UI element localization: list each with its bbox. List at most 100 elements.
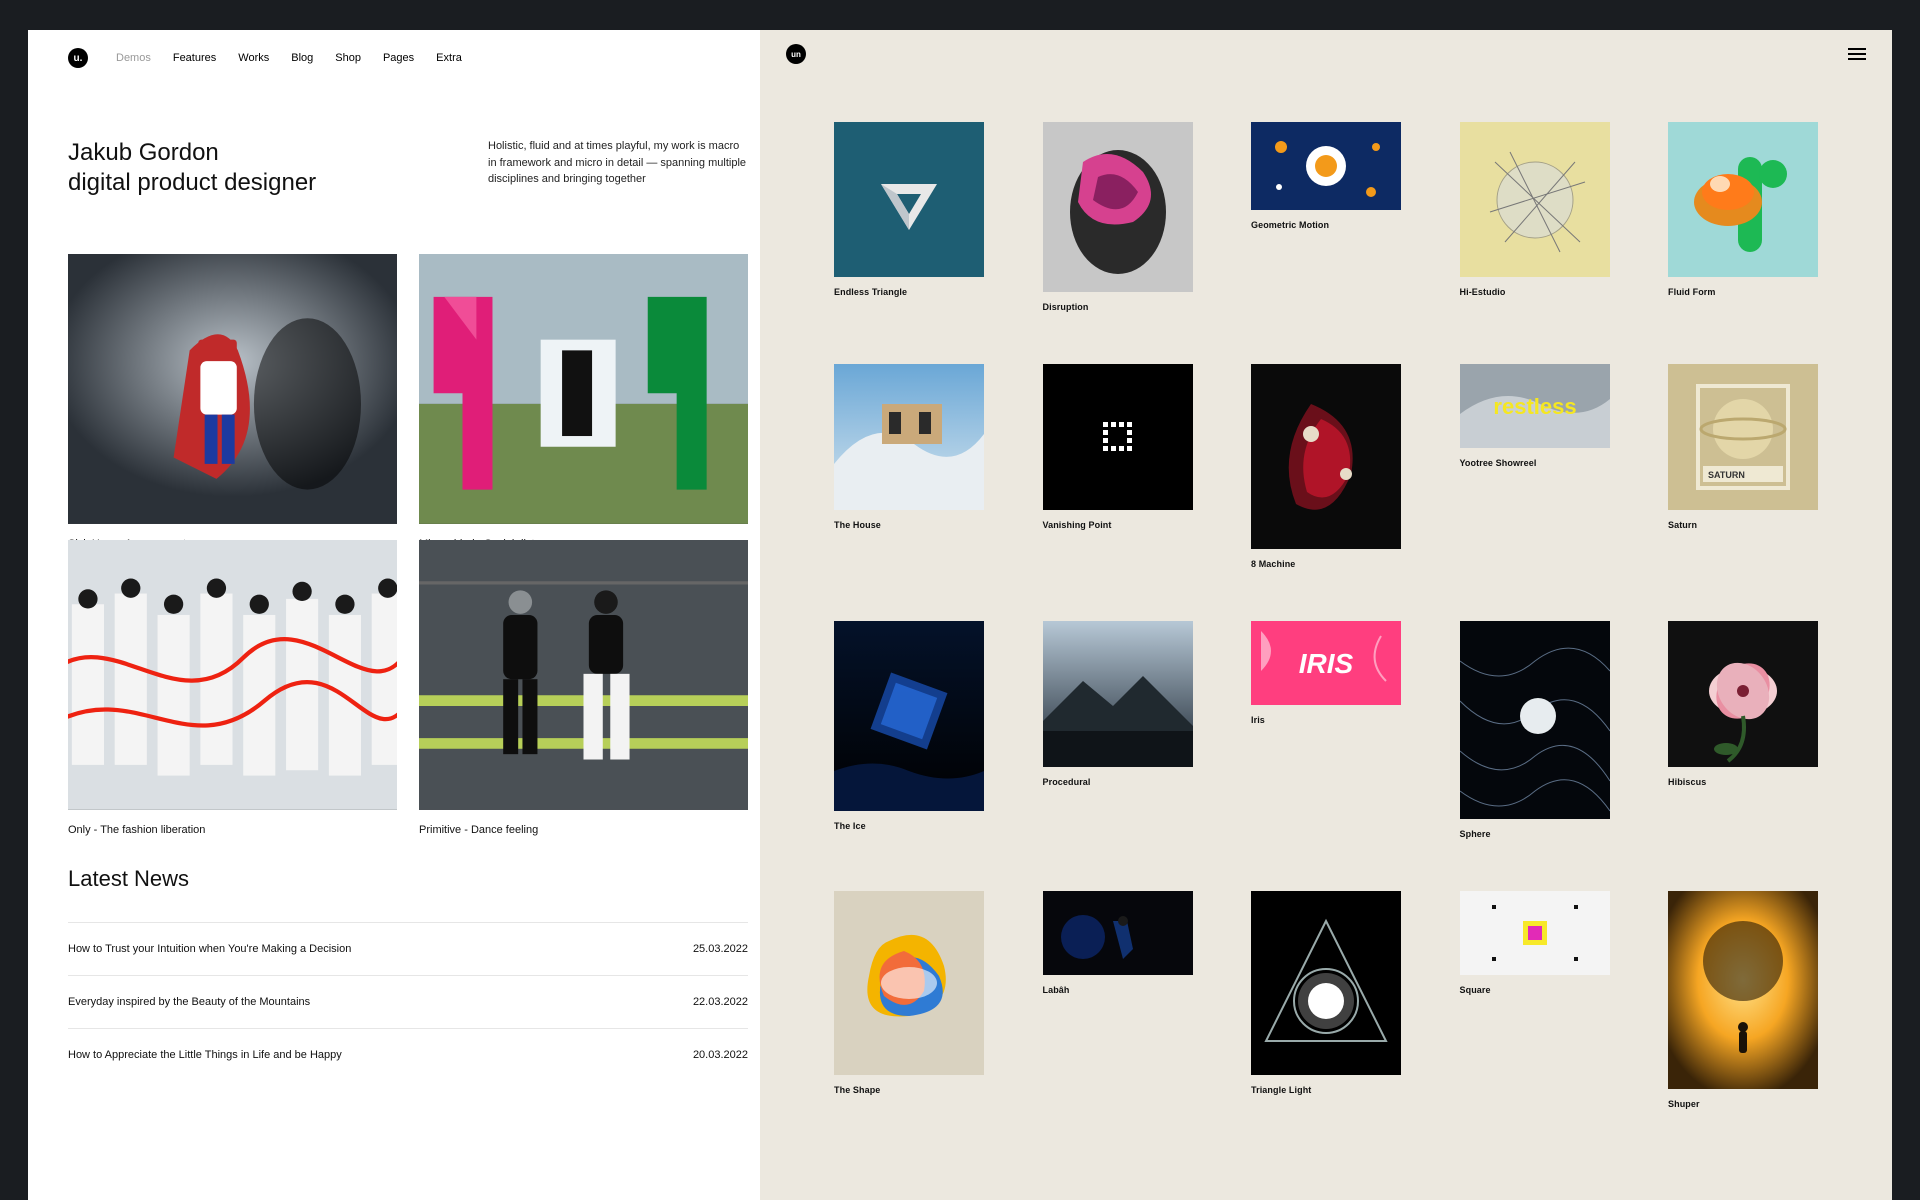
hero-name-line2: digital product designer: [68, 168, 428, 198]
portfolio-caption: Procedural: [1043, 767, 1193, 787]
nav-works[interactable]: Works: [238, 52, 269, 64]
left-hero: Jakub Gordon digital product designer Ho…: [28, 68, 788, 198]
work-item[interactable]: Only - The fashion liberation: [68, 540, 397, 810]
portfolio-caption: Fluid Form: [1668, 277, 1818, 297]
nav-features[interactable]: Features: [173, 52, 216, 64]
portfolio-item[interactable]: Sphere: [1460, 621, 1610, 839]
work-thumb-missguided: [419, 254, 748, 524]
portfolio-item[interactable]: Procedural: [1043, 621, 1193, 839]
nav-extra[interactable]: Extra: [436, 52, 462, 64]
svg-text:SATURN: SATURN: [1708, 470, 1745, 480]
portfolio-caption: Labâh: [1043, 975, 1193, 995]
portfolio-caption: Iris: [1251, 705, 1401, 725]
left-logo-icon[interactable]: u.: [68, 48, 88, 68]
work-caption: Primitive - Dance feeling: [419, 810, 748, 836]
nav-shop[interactable]: Shop: [335, 52, 361, 64]
portfolio-item[interactable]: Fluid Form: [1668, 122, 1818, 312]
right-site: un Endless Triangle: [760, 30, 1892, 1200]
left-header: u. Demos Features Works Blog Shop Pages …: [28, 30, 788, 68]
thumb-square: [1460, 891, 1610, 975]
news-list: How to Trust your Intuition when You're …: [68, 922, 748, 1081]
svg-text:IRIS: IRIS: [1299, 648, 1354, 679]
portfolio-item[interactable]: Hi-Estudio: [1460, 122, 1610, 312]
portfolio-caption: Sphere: [1460, 819, 1610, 839]
portfolio-item[interactable]: The House: [834, 364, 984, 569]
portfolio-caption: The Ice: [834, 811, 984, 831]
portfolio-caption: Vanishing Point: [1043, 510, 1193, 530]
work-caption: Only - The fashion liberation: [68, 810, 397, 836]
thumb-shuper: [1668, 891, 1818, 1089]
svg-text:restless: restless: [1493, 394, 1576, 419]
portfolio-item[interactable]: Disruption: [1043, 122, 1193, 312]
hamburger-menu-icon[interactable]: [1848, 48, 1866, 60]
portfolio-caption: The Shape: [834, 1075, 984, 1095]
portfolio-item[interactable]: The Shape: [834, 891, 984, 1109]
news-row[interactable]: How to Appreciate the Little Things in L…: [68, 1028, 748, 1081]
thumb-hi-estudio: [1460, 122, 1610, 277]
portfolio-caption: Endless Triangle: [834, 277, 984, 297]
thumb-vanishing-point: [1043, 364, 1193, 510]
portfolio-item[interactable]: restless Yootree Showreel: [1460, 364, 1610, 569]
right-logo-icon[interactable]: un: [786, 44, 806, 64]
portfolio-caption: Saturn: [1668, 510, 1818, 530]
thumb-saturn: SATURN: [1668, 364, 1818, 510]
news-item-title: How to Appreciate the Little Things in L…: [68, 1049, 342, 1061]
news-item-title: Everyday inspired by the Beauty of the M…: [68, 996, 310, 1008]
portfolio-item[interactable]: SATURN Saturn: [1668, 364, 1818, 569]
thumb-endless-triangle: [834, 122, 984, 277]
work-item[interactable]: Missguided - Social distance: [419, 254, 748, 524]
portfolio-item[interactable]: Square: [1460, 891, 1610, 1109]
portfolio-item[interactable]: Vanishing Point: [1043, 364, 1193, 569]
thumb-sphere: [1460, 621, 1610, 819]
nav-pages[interactable]: Pages: [383, 52, 414, 64]
portfolio-caption: Disruption: [1043, 292, 1193, 312]
news-row[interactable]: How to Trust your Intuition when You're …: [68, 922, 748, 975]
left-work-grid: Sick Hero - A revange story Missguided -…: [28, 198, 788, 810]
thumb-iris: IRIS: [1251, 621, 1401, 705]
portfolio-item[interactable]: Geometric Motion: [1251, 122, 1401, 312]
thumb-8-machine: [1251, 364, 1401, 549]
thumb-hibiscus: [1668, 621, 1818, 767]
portfolio-caption: Square: [1460, 975, 1610, 995]
portfolio-caption: 8 Machine: [1251, 549, 1401, 569]
thumb-triangle-light: [1251, 891, 1401, 1075]
portfolio-caption: Yootree Showreel: [1460, 448, 1610, 468]
work-thumb-only: [68, 540, 397, 810]
portfolio-item[interactable]: Triangle Light: [1251, 891, 1401, 1109]
thumb-the-house: [834, 364, 984, 510]
work-thumb-sick-hero: [68, 254, 397, 524]
thumb-labah: [1043, 891, 1193, 975]
portfolio-item[interactable]: IRIS Iris: [1251, 621, 1401, 839]
news-item-title: How to Trust your Intuition when You're …: [68, 943, 351, 955]
portfolio-item[interactable]: Hibiscus: [1668, 621, 1818, 839]
portfolio-item[interactable]: Shuper: [1668, 891, 1818, 1109]
work-item[interactable]: Sick Hero - A revange story: [68, 254, 397, 524]
portfolio-item[interactable]: The Ice: [834, 621, 984, 839]
news-title: Latest News: [68, 866, 748, 892]
portfolio-caption: Shuper: [1668, 1089, 1818, 1109]
nav-blog[interactable]: Blog: [291, 52, 313, 64]
portfolio-caption: Geometric Motion: [1251, 210, 1401, 230]
portfolio-item[interactable]: Labâh: [1043, 891, 1193, 1109]
portfolio-caption: The House: [834, 510, 984, 530]
portfolio-item[interactable]: Endless Triangle: [834, 122, 984, 312]
news-item-date: 25.03.2022: [693, 943, 748, 955]
thumb-the-shape: [834, 891, 984, 1075]
hero-name: Jakub Gordon digital product designer: [68, 138, 428, 198]
nav-demos[interactable]: Demos: [116, 52, 151, 64]
portfolio-caption: Triangle Light: [1251, 1075, 1401, 1095]
thumb-the-ice: [834, 621, 984, 811]
news-item-date: 22.03.2022: [693, 996, 748, 1008]
thumb-disruption: [1043, 122, 1193, 292]
thumb-yootree-showreel: restless: [1460, 364, 1610, 448]
portfolio-item[interactable]: 8 Machine: [1251, 364, 1401, 569]
portfolio-caption: Hibiscus: [1668, 767, 1818, 787]
work-item[interactable]: Primitive - Dance feeling: [419, 540, 748, 810]
thumb-geometric-motion: [1251, 122, 1401, 210]
left-news: Latest News How to Trust your Intuition …: [28, 810, 788, 1081]
news-item-date: 20.03.2022: [693, 1049, 748, 1061]
left-site: u. Demos Features Works Blog Shop Pages …: [28, 30, 788, 1200]
right-header: un: [760, 30, 1892, 64]
thumb-fluid-form: [1668, 122, 1818, 277]
news-row[interactable]: Everyday inspired by the Beauty of the M…: [68, 975, 748, 1028]
